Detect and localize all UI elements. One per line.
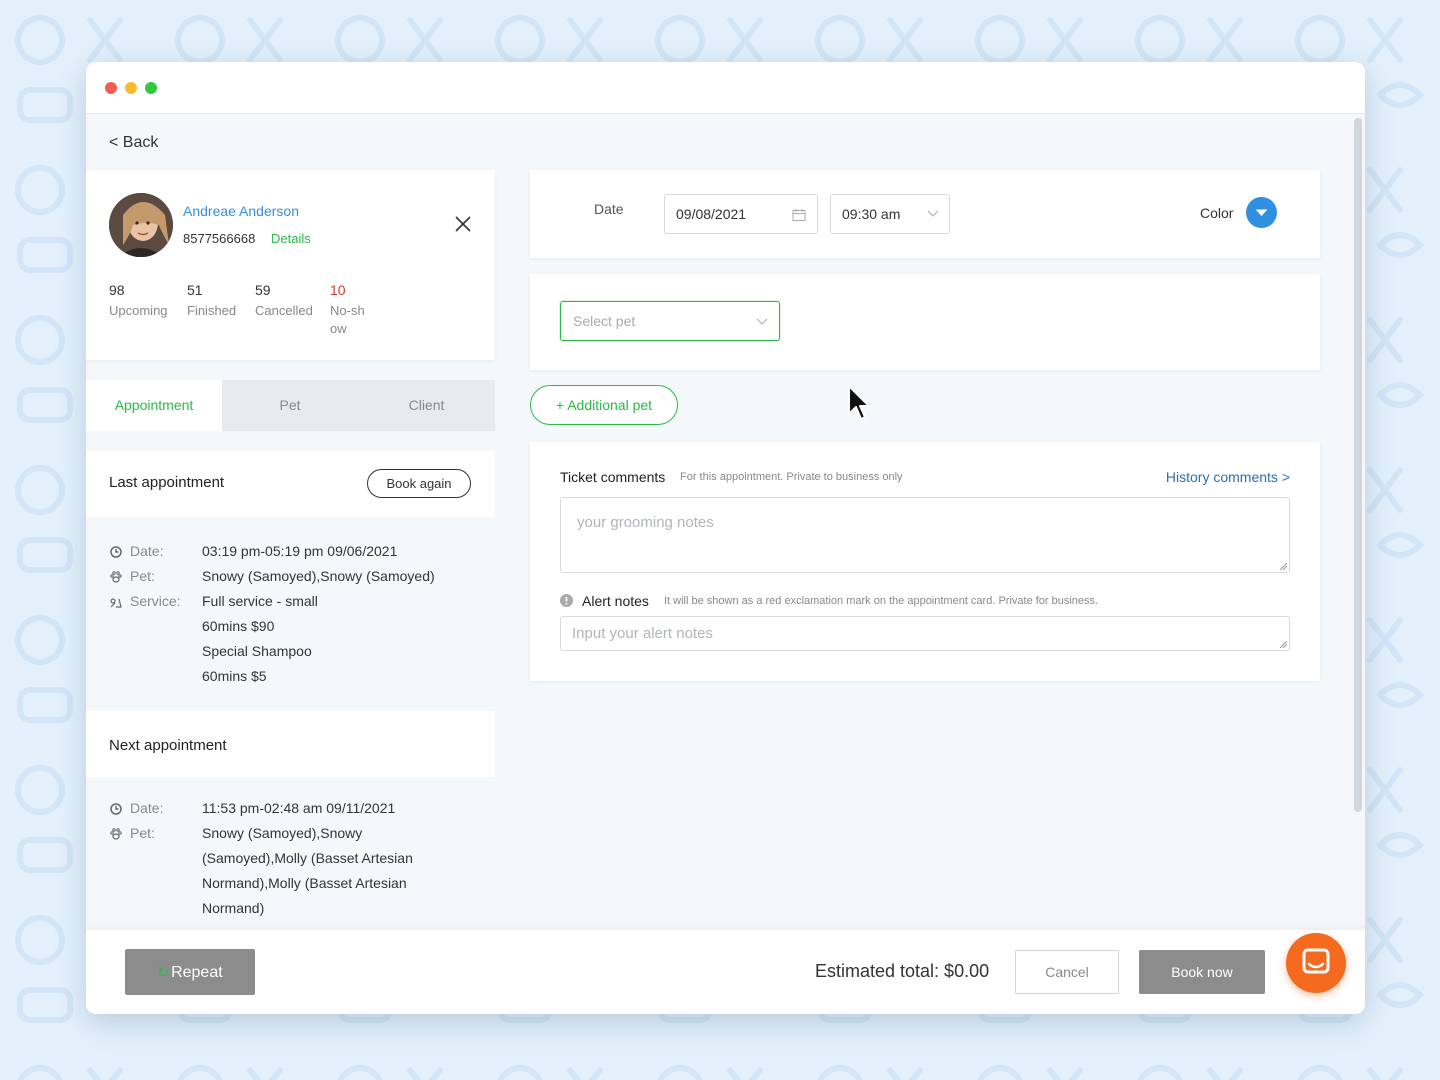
service-line: 60mins $5 bbox=[202, 668, 267, 684]
scrollbar[interactable] bbox=[1354, 118, 1362, 812]
stat-value: 10 bbox=[330, 282, 346, 298]
client-name[interactable]: Andreae Anderson bbox=[183, 203, 299, 219]
service-line: Full service - small bbox=[202, 593, 318, 609]
paw-icon bbox=[110, 571, 122, 583]
service-line: 60mins $90 bbox=[202, 618, 275, 634]
close-window-button[interactable] bbox=[105, 82, 117, 94]
ticket-comments-label: Ticket comments bbox=[560, 469, 666, 485]
time-value: 09:30 am bbox=[842, 206, 901, 222]
resize-handle-icon[interactable] bbox=[1280, 641, 1287, 648]
back-link[interactable]: < Back bbox=[109, 134, 158, 152]
next-appointment-details: Date: 11:53 pm-02:48 am 09/11/2021 Pet: … bbox=[86, 777, 495, 937]
select-pet-placeholder: Select pet bbox=[573, 313, 636, 329]
stat-finished: 51 Finished bbox=[187, 282, 236, 320]
stat-label: Upcoming bbox=[109, 303, 168, 318]
stat-label: Finished bbox=[187, 303, 237, 318]
alert-notes-input[interactable]: Input your alert notes bbox=[560, 616, 1290, 651]
book-again-button[interactable]: Book again bbox=[367, 469, 471, 498]
tab-client[interactable]: Client bbox=[358, 380, 495, 431]
date-value: 03:19 pm-05:19 pm 09/06/2021 bbox=[202, 543, 398, 559]
pet-line: Normand) bbox=[202, 900, 265, 916]
resize-handle-icon[interactable] bbox=[1280, 563, 1287, 570]
date-value: 09/08/2021 bbox=[676, 206, 747, 222]
title-bar bbox=[86, 62, 1365, 114]
date-time-card: Date 09/08/2021 09:30 am Color bbox=[530, 170, 1320, 258]
stat-no-show: 10 No-show bbox=[330, 282, 370, 338]
date-input[interactable]: 09/08/2021 bbox=[664, 194, 818, 234]
stat-label: Cancelled bbox=[255, 303, 313, 318]
chevron-down-icon bbox=[1255, 209, 1268, 216]
repeat-icon: ↻ bbox=[157, 964, 170, 980]
stat-value: 51 bbox=[187, 282, 203, 298]
client-phone: 8577566668 bbox=[183, 231, 256, 246]
calendar-icon bbox=[792, 209, 806, 221]
close-icon[interactable] bbox=[454, 215, 472, 233]
alert-icon bbox=[560, 594, 573, 607]
last-appointment-title: Last appointment bbox=[109, 474, 225, 491]
footer-bar: ↻ Repeat Estimated total: $0.00 Cancel Bo… bbox=[86, 930, 1365, 1014]
mouse-cursor-icon bbox=[848, 385, 870, 420]
stat-cancelled: 59 Cancelled bbox=[255, 282, 313, 320]
stat-upcoming: 98 Upcoming bbox=[109, 282, 168, 320]
chevron-down-icon bbox=[927, 210, 939, 217]
client-details-link[interactable]: Details bbox=[271, 231, 311, 246]
maximize-window-button[interactable] bbox=[145, 82, 157, 94]
ticket-comments-hint: For this appointment. Private to busines… bbox=[680, 471, 903, 483]
stat-value: 59 bbox=[255, 282, 271, 298]
select-pet-dropdown[interactable]: Select pet bbox=[560, 301, 780, 341]
grooming-notes-placeholder: your grooming notes bbox=[577, 514, 714, 531]
service-icon bbox=[110, 598, 122, 608]
chat-icon bbox=[1302, 948, 1330, 974]
stat-label: No-show bbox=[330, 303, 365, 336]
chat-button[interactable] bbox=[1286, 933, 1346, 993]
pet-line: Normand),Molly (Basset Artesian bbox=[202, 875, 407, 891]
app-window: < Back Andreae Anderson 8577566668 Detai… bbox=[86, 62, 1365, 1014]
date-label: Date bbox=[594, 201, 624, 217]
pet-value: Snowy (Samoyed),Snowy (Samoyed) bbox=[202, 568, 435, 584]
next-appointment-title: Next appointment bbox=[109, 737, 227, 754]
book-now-button[interactable]: Book now bbox=[1139, 950, 1265, 994]
minimize-window-button[interactable] bbox=[125, 82, 137, 94]
repeat-label: Repeat bbox=[171, 964, 223, 981]
comments-card: Ticket comments For this appointment. Pr… bbox=[530, 442, 1320, 681]
last-appointment-header: Last appointment Book again bbox=[86, 451, 495, 517]
pet-select-card: Select pet bbox=[530, 274, 1320, 370]
tab-bar: Appointment Pet Client bbox=[86, 380, 495, 431]
color-label: Color bbox=[1200, 205, 1234, 221]
grooming-notes-textarea[interactable]: your grooming notes bbox=[560, 497, 1290, 573]
color-picker-button[interactable] bbox=[1246, 197, 1277, 228]
alert-notes-label: Alert notes bbox=[582, 593, 649, 609]
estimated-total: Estimated total: $0.00 bbox=[815, 961, 990, 981]
time-select[interactable]: 09:30 am bbox=[830, 194, 950, 234]
additional-pet-button[interactable]: + Additional pet bbox=[530, 385, 678, 425]
repeat-button[interactable]: ↻ Repeat bbox=[125, 949, 255, 995]
tab-appointment[interactable]: Appointment bbox=[86, 380, 222, 431]
pet-line: (Samoyed),Molly (Basset Artesian bbox=[202, 850, 413, 866]
alert-notes-hint: It will be shown as a red exclamation ma… bbox=[664, 595, 1099, 607]
avatar bbox=[109, 193, 173, 257]
date-key: Date: bbox=[130, 543, 164, 559]
chevron-down-icon bbox=[756, 318, 768, 325]
stat-value: 98 bbox=[109, 282, 125, 298]
paw-icon bbox=[110, 828, 122, 840]
service-line: Special Shampoo bbox=[202, 643, 312, 659]
alert-notes-placeholder: Input your alert notes bbox=[572, 625, 713, 642]
history-comments-link[interactable]: History comments > bbox=[1166, 469, 1290, 485]
clock-icon bbox=[110, 803, 122, 815]
tab-pet[interactable]: Pet bbox=[222, 380, 358, 431]
last-appointment-details: Date: 03:19 pm-05:19 pm 09/06/2021 Pet: … bbox=[86, 517, 495, 711]
clock-icon bbox=[110, 546, 122, 558]
service-key: Service: bbox=[130, 593, 181, 609]
date-value: 11:53 pm-02:48 am 09/11/2021 bbox=[202, 800, 396, 816]
cancel-button[interactable]: Cancel bbox=[1015, 950, 1119, 994]
pet-key: Pet: bbox=[130, 825, 155, 841]
date-key: Date: bbox=[130, 800, 164, 816]
client-card: Andreae Anderson 8577566668 Details 98 U… bbox=[86, 170, 495, 360]
pet-line: Snowy (Samoyed),Snowy bbox=[202, 825, 363, 841]
next-appointment-header: Next appointment bbox=[86, 711, 495, 777]
pet-key: Pet: bbox=[130, 568, 155, 584]
main-content: < Back Andreae Anderson 8577566668 Detai… bbox=[86, 115, 1351, 937]
